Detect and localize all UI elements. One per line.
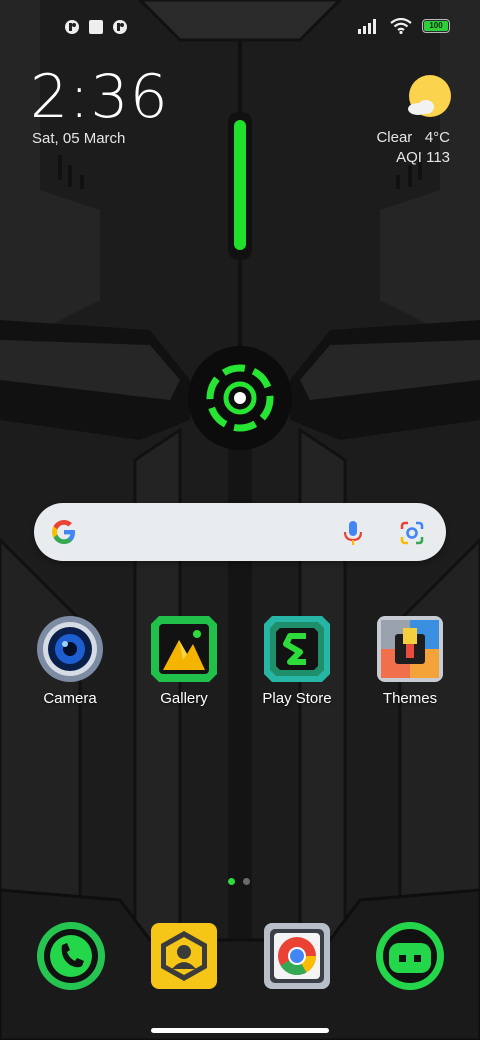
weather-aqi[interactable]: AQI 113 <box>396 149 450 166</box>
gallery-icon <box>151 616 217 682</box>
battery-icon: 100 <box>422 19 450 33</box>
search-input[interactable] <box>90 515 324 551</box>
clock-time[interactable]: 2:36 <box>30 66 169 128</box>
dock-phone[interactable] <box>36 921 106 991</box>
themes-icon <box>377 616 443 682</box>
dock-chrome[interactable] <box>262 921 332 991</box>
wifi-icon <box>390 18 412 34</box>
google-search-bar[interactable] <box>34 503 446 561</box>
app-gallery[interactable]: Gallery <box>134 614 234 707</box>
partly-cloudy-icon[interactable] <box>404 74 452 122</box>
status-bar-left <box>64 19 128 35</box>
notification-square-icon <box>89 20 103 34</box>
clock-date[interactable]: Sat, 05 March <box>32 130 125 147</box>
weather-condition-line[interactable]: Clear 4°C <box>376 129 450 146</box>
google-g-icon <box>52 520 75 544</box>
weather-temperature: 4°C <box>424 129 450 146</box>
microphone-icon[interactable] <box>340 519 366 547</box>
notification-app-icon <box>113 20 127 34</box>
app-play-store[interactable]: Play Store <box>247 614 347 707</box>
home-gesture-bar[interactable] <box>151 1028 329 1033</box>
battery-level: 100 <box>429 21 443 30</box>
page-dot-active[interactable] <box>228 878 235 885</box>
dock-messages[interactable] <box>375 921 445 991</box>
app-label: Camera <box>43 690 97 707</box>
phone-icon <box>37 922 105 990</box>
weather-condition: Clear <box>376 129 413 146</box>
camera-icon <box>37 616 103 682</box>
google-lens-icon[interactable] <box>398 519 426 547</box>
status-bar-right: 100 <box>358 18 450 34</box>
notification-app-icon <box>65 20 79 34</box>
page-indicator <box>228 878 250 885</box>
app-themes[interactable]: Themes <box>360 614 460 707</box>
dock-contacts[interactable] <box>149 921 219 991</box>
page-dot[interactable] <box>243 878 250 885</box>
app-label: Themes <box>382 690 438 707</box>
app-camera[interactable]: Camera <box>20 614 120 707</box>
app-label: Play Store <box>262 690 332 707</box>
contacts-icon <box>151 923 217 989</box>
app-label: Gallery <box>160 690 208 707</box>
play-store-icon <box>264 616 330 682</box>
messages-icon <box>376 922 444 990</box>
chrome-icon <box>264 923 330 989</box>
signal-icon <box>358 19 376 34</box>
